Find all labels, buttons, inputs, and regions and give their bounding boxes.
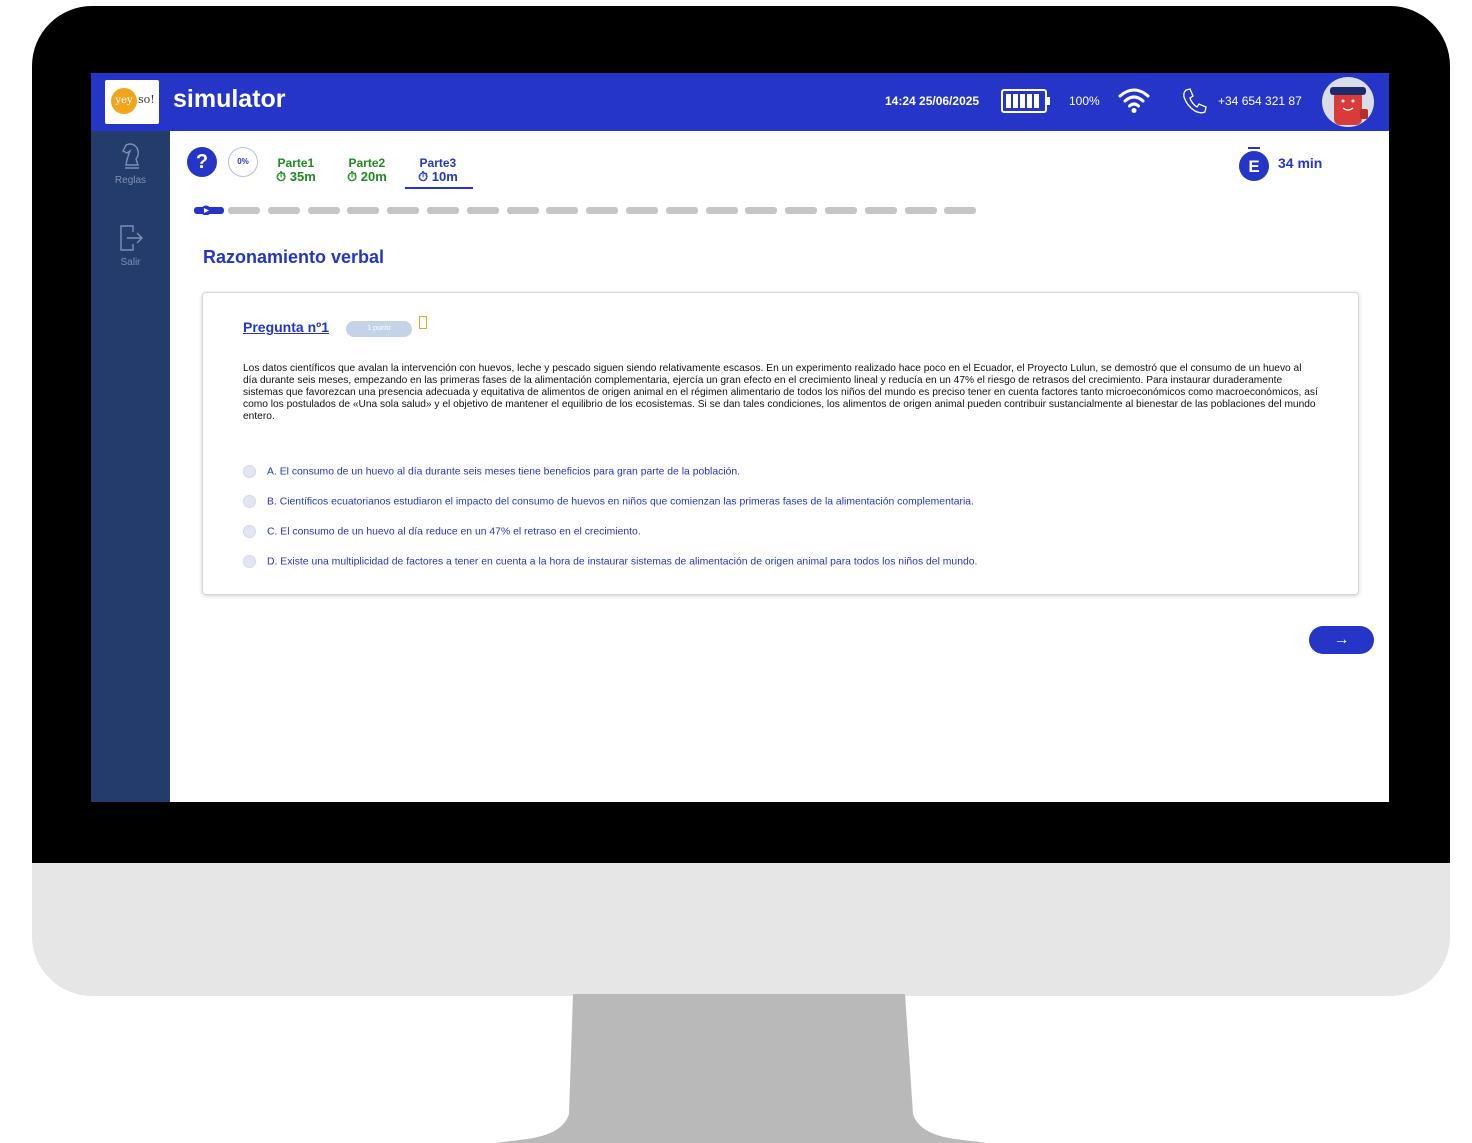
tab-time: ⏱ 10m [418, 169, 458, 184]
sidebar-item-label: Salir [120, 257, 141, 268]
question-segment[interactable] [904, 207, 937, 214]
question-segment[interactable] [745, 207, 778, 214]
question-segment[interactable] [785, 207, 818, 214]
question-segment[interactable] [506, 207, 539, 214]
option-a[interactable]: A. El consumo de un huevo al día durante… [243, 465, 740, 478]
avatar-icon [1330, 87, 1368, 125]
logo-text: so! [138, 93, 155, 106]
option-c[interactable]: C. El consumo de un huevo al día reduce … [243, 525, 641, 538]
option-label: C. El consumo de un huevo al día reduce … [267, 526, 641, 538]
question-passage: Los datos científicos que avalan la inte… [243, 363, 1318, 423]
radio-button[interactable] [243, 465, 256, 478]
option-label: D. Existe una multiplicidad de factores … [267, 556, 978, 568]
question-segment[interactable] [347, 207, 380, 214]
battery-icon [1001, 89, 1050, 113]
monitor-stand [495, 994, 987, 1143]
phone-icon [1183, 88, 1207, 114]
datetime: 14:24 25/06/2025 [885, 94, 980, 108]
bookmark-icon[interactable] [419, 316, 427, 329]
sidebar-item-label: Reglas [114, 175, 147, 186]
question-segment[interactable] [466, 207, 499, 214]
tab-label: Parte1 [277, 156, 315, 170]
help-button[interactable]: ? [187, 147, 217, 177]
tab-label: Parte3 [419, 156, 457, 170]
question-segment[interactable] [307, 207, 340, 214]
exam-badge: E [1239, 151, 1269, 181]
app-title: simulator [173, 85, 286, 113]
sidebar-item-reglas[interactable]: Reglas [91, 141, 170, 186]
remaining-time: 34 min [1278, 155, 1323, 171]
battery-percent: 100% [1069, 94, 1100, 108]
question-segment[interactable] [267, 207, 300, 214]
radio-button[interactable] [243, 555, 256, 568]
progress-indicator: 0% [228, 147, 258, 177]
question-segment[interactable] [586, 207, 619, 214]
option-b[interactable]: B. Científicos ecuatorianos estudiaron e… [243, 495, 974, 508]
question-title: Pregunta nº1 [243, 319, 330, 335]
active-tab-indicator [405, 187, 473, 189]
sidebar: Reglas Salir [91, 131, 170, 802]
logo-mark: yey [111, 88, 137, 114]
top-bar: yey so! simulator 14:24 25/06/2025 100% … [91, 73, 1389, 131]
radio-button[interactable] [243, 525, 256, 538]
monitor-chin [32, 863, 1450, 996]
exam-badge-mark [1248, 147, 1260, 149]
current-question-marker[interactable] [194, 205, 224, 215]
chess-knight-icon [121, 143, 139, 169]
tab-time: ⏱ 35m [276, 169, 316, 184]
sidebar-item-salir[interactable]: Salir [91, 223, 170, 268]
points-badge: 1 punto [346, 321, 412, 337]
tab-time: ⏱ 20m [347, 169, 387, 184]
question-segment[interactable] [705, 207, 738, 214]
question-segment[interactable] [387, 207, 420, 214]
option-d[interactable]: D. Existe una multiplicidad de factores … [243, 555, 977, 568]
tab-parte1[interactable]: Parte1 ⏱ 35m [276, 156, 316, 184]
question-segment[interactable] [546, 207, 579, 214]
avatar[interactable] [1322, 77, 1374, 127]
option-label: A. El consumo de un huevo al día durante… [267, 466, 741, 478]
question-segment[interactable] [427, 207, 459, 214]
wifi-icon [1118, 88, 1150, 113]
radio-button[interactable] [243, 495, 256, 508]
tab-parte3[interactable]: Parte3 ⏱ 10m [418, 156, 458, 184]
question-segment[interactable] [626, 207, 658, 214]
exit-icon [119, 225, 143, 251]
tab-parte2[interactable]: Parte2 ⏱ 20m [347, 156, 387, 184]
tab-label: Parte2 [348, 156, 386, 170]
section-title: Razonamiento verbal [203, 247, 385, 267]
logo[interactable]: yey so! [105, 80, 159, 124]
option-label: B. Científicos ecuatorianos estudiaron e… [267, 496, 974, 508]
question-segment[interactable] [665, 207, 698, 214]
app-screen: yey so! simulator 14:24 25/06/2025 100% … [91, 73, 1389, 802]
next-button[interactable]: → [1309, 626, 1374, 654]
phone-number: +34 654 321 87 [1218, 94, 1302, 108]
question-card: Pregunta nº1 1 punto Los datos científic… [202, 292, 1359, 595]
question-segment[interactable] [228, 207, 260, 214]
question-segment[interactable] [825, 207, 857, 214]
question-segment[interactable] [944, 207, 977, 214]
question-segment[interactable] [864, 207, 897, 214]
